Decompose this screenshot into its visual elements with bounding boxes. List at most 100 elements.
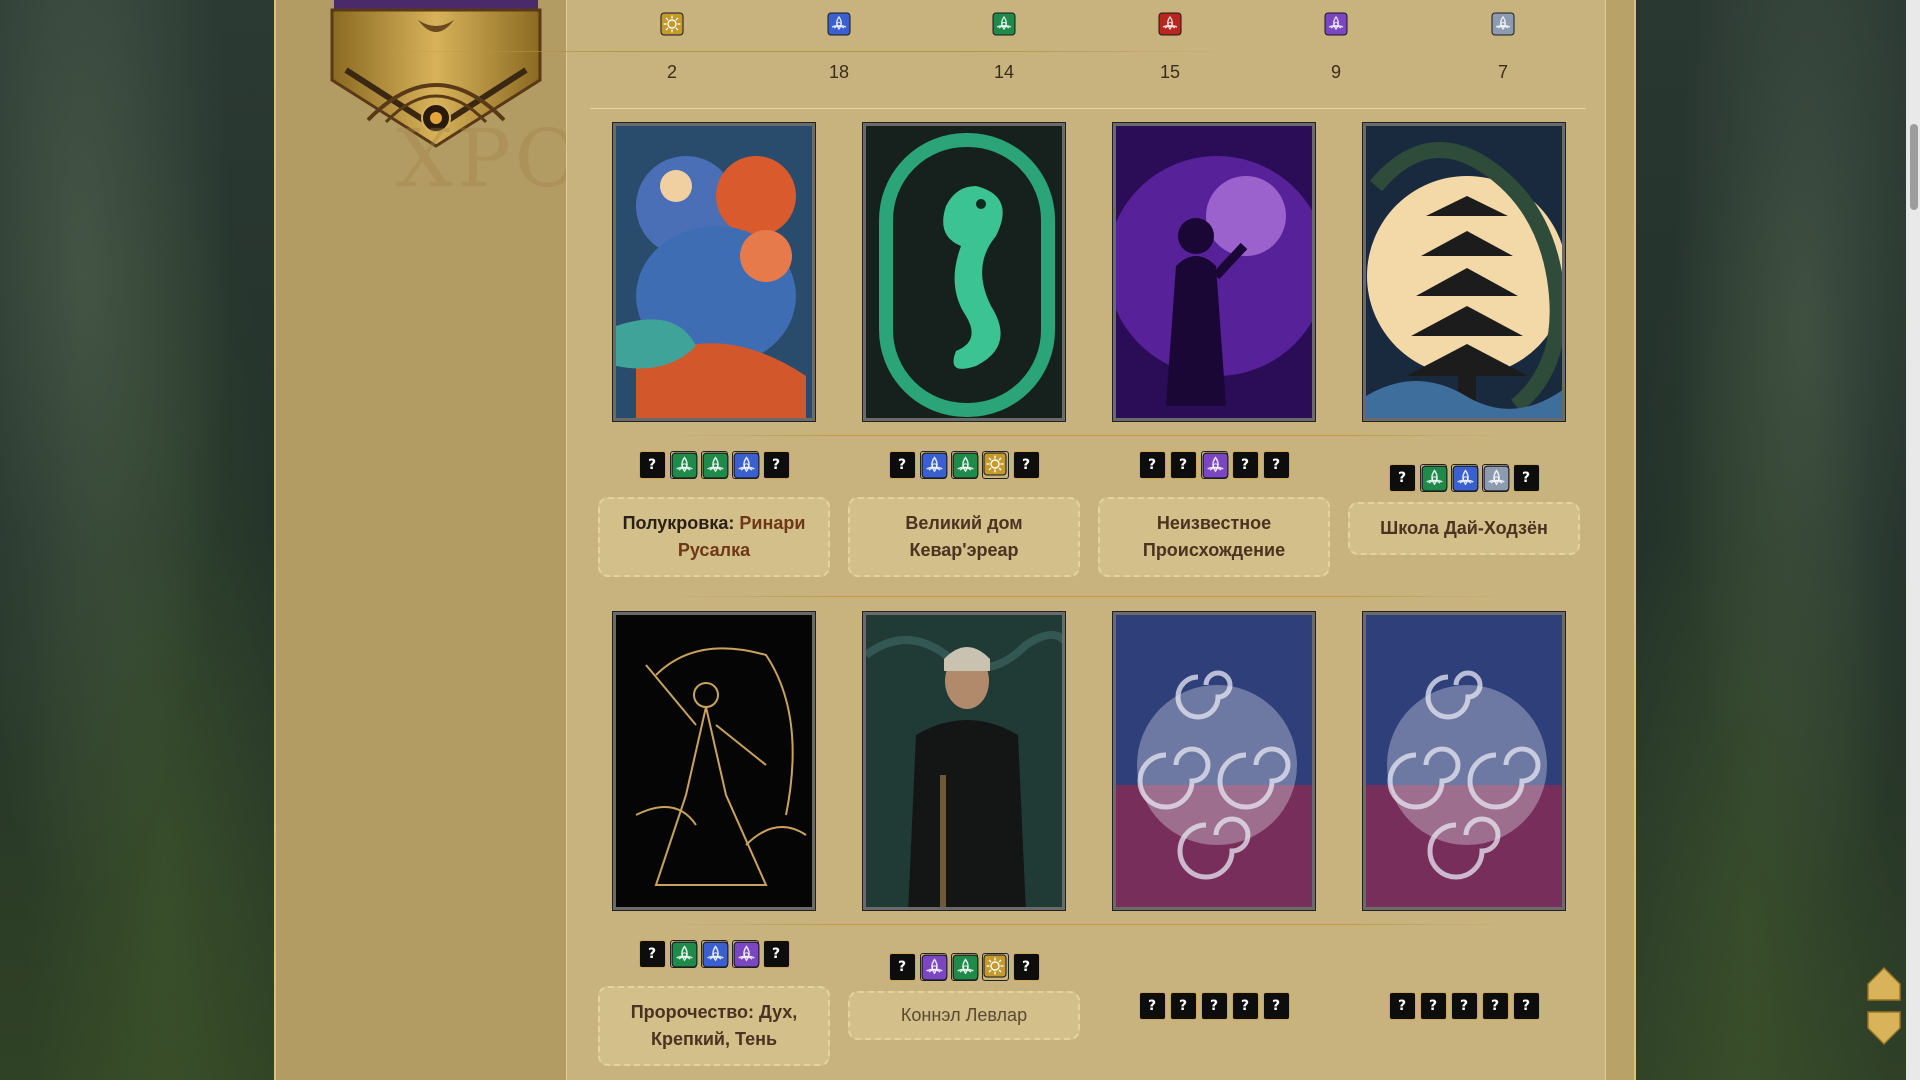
scrollbar-thumb[interactable] [1910, 124, 1918, 210]
gem-badges: ? ? [848, 451, 1080, 479]
triquetra-green-icon [1419, 464, 1447, 492]
unknown-gem-badge: ? [1512, 464, 1540, 492]
violet-child-art[interactable] [1113, 123, 1315, 421]
label-text: Коннэл Левлар [900, 1005, 1028, 1025]
character-card[interactable]: ? ? Великий дом Кевар'эреар [848, 123, 1098, 577]
unknown-gem-badge: ? [1200, 992, 1228, 1020]
unknown-gem-badge: ? [1012, 953, 1040, 981]
gem-stat-red: 15 [1130, 0, 1210, 94]
card-origin-label[interactable]: Неизвестное Происхождение [1098, 497, 1330, 577]
gem-stat-count: 2 [666, 62, 677, 82]
label-text: Великий дом Кевар'эреар [905, 513, 1023, 560]
row-divider-2 [664, 596, 1514, 597]
unknown-gem-badge: ? [1512, 992, 1540, 1020]
cosmic-spiral-art[interactable] [1363, 612, 1565, 910]
row-divider-1 [664, 435, 1514, 436]
gem-stat-blue: 18 [799, 0, 879, 94]
unknown-gem-badge: ? [1138, 451, 1166, 479]
forest-background-left [0, 0, 274, 1080]
triquetra-purple-icon [1200, 451, 1228, 479]
background-watermark-text: ХРО [396, 112, 585, 205]
golden-dancer-art[interactable] [613, 612, 815, 910]
character-card[interactable]: ? ? Пророчество: Дух, Крепкий, Тень [598, 612, 848, 1066]
unknown-gem-badge: ? [1481, 992, 1509, 1020]
label-text: Школа Дай-Ходзён [1380, 518, 1548, 538]
gem-badges: ? ? [1348, 464, 1580, 492]
triquetra-gray-icon [1490, 12, 1516, 38]
card-origin-label[interactable]: Великий дом Кевар'эреар [848, 497, 1080, 577]
gem-stat-count: 15 [1159, 62, 1181, 82]
triquetra-green-icon [991, 12, 1017, 38]
triquetra-blue-icon [919, 451, 947, 479]
card-origin-label[interactable]: Пророчество: Дух, Крепкий, Тень [598, 986, 830, 1066]
unknown-gem-badge: ? [1231, 451, 1259, 479]
gem-stat-yellow: 2 [632, 0, 712, 94]
triquetra-red-icon [1157, 12, 1183, 38]
triquetra-blue-icon [1450, 464, 1478, 492]
triquetra-green-icon [950, 451, 978, 479]
mermaid-couple-art[interactable] [613, 123, 815, 421]
unknown-gem-badge: ? [1388, 464, 1416, 492]
gem-stat-purple: 9 [1296, 0, 1376, 94]
gem-stat-count: 14 [993, 62, 1015, 82]
forest-background-right [1636, 0, 1920, 1080]
unknown-gem-badge: ? [888, 953, 916, 981]
label-prefix: Полукровка: [622, 513, 735, 533]
unknown-gem-badge: ? [638, 940, 666, 968]
unknown-gem-badge: ? [1419, 992, 1447, 1020]
card-origin-label[interactable]: Полукровка: Ринари Русалка [598, 497, 830, 577]
triquetra-gray-icon [1481, 464, 1509, 492]
character-card[interactable]: ? ? Полукровка: Ринари Русалка [598, 123, 848, 577]
triquetra-purple-icon [919, 953, 947, 981]
label-text: Неизвестное Происхождение [1142, 513, 1286, 560]
gem-badges: ????? [1348, 992, 1580, 1020]
gem-badges: ????? [1098, 992, 1330, 1020]
triquetra-green-icon [950, 953, 978, 981]
triquetra-blue-icon [700, 940, 728, 968]
triquetra-green-icon [669, 940, 697, 968]
unknown-gem-badge: ? [888, 451, 916, 479]
unknown-gem-badge: ? [762, 451, 790, 479]
card-origin-label[interactable]: Коннэл Левлар [848, 991, 1080, 1040]
scroll-up-icon[interactable] [1866, 966, 1902, 1002]
gem-badges: ? ? [848, 953, 1080, 981]
character-card[interactable]: ?? ?? Неизвестное Происхождение [1098, 123, 1348, 577]
unknown-gem-badge: ? [1450, 992, 1478, 1020]
triquetra-green-icon [700, 451, 728, 479]
gem-stat-count: 9 [1330, 62, 1341, 82]
sun-gem-icon [981, 953, 1009, 981]
card-origin-label[interactable]: Школа Дай-Ходзён [1348, 502, 1580, 555]
scroll-down-icon[interactable] [1866, 1010, 1902, 1046]
unknown-gem-badge: ? [1231, 992, 1259, 1020]
sun-gem-icon [981, 451, 1009, 479]
triquetra-blue-icon [826, 12, 852, 38]
label-text: Пророчество: Дух, Крепкий, Тень [630, 1002, 798, 1049]
character-card[interactable]: ? ? Школа Дай-Ходзён [1348, 123, 1598, 573]
jade-seahorse-art[interactable] [863, 123, 1065, 421]
gem-badges: ? ? [598, 451, 830, 479]
row-divider-3 [664, 924, 1514, 925]
triquetra-blue-icon [731, 451, 759, 479]
pagoda-serpent-art[interactable] [1363, 123, 1565, 421]
unknown-gem-badge: ? [638, 451, 666, 479]
gem-stat-gray: 7 [1463, 0, 1543, 94]
gem-stat-green: 14 [964, 0, 1044, 94]
triquetra-purple-icon [1323, 12, 1349, 38]
elf-noble-art[interactable] [863, 612, 1065, 910]
unknown-gem-badge: ? [1138, 992, 1166, 1020]
unknown-gem-badge: ? [1169, 992, 1197, 1020]
sun-gem-icon [659, 12, 685, 38]
gem-stat-count: 7 [1497, 62, 1508, 82]
unknown-gem-badge: ? [1262, 451, 1290, 479]
triquetra-purple-icon [731, 940, 759, 968]
character-card[interactable]: ? ? Коннэл Левлар [848, 612, 1098, 1062]
stats-divider [365, 51, 1235, 52]
unknown-gem-badge: ? [1388, 992, 1416, 1020]
unknown-gem-badge: ? [762, 940, 790, 968]
gem-stat-count: 18 [828, 62, 850, 82]
cosmic-spiral-art[interactable] [1113, 612, 1315, 910]
character-card[interactable]: ????? [1098, 612, 1348, 1062]
character-card[interactable]: ????? [1348, 612, 1598, 1062]
triquetra-green-icon [669, 451, 697, 479]
stats-bottom-rule [590, 108, 1586, 109]
